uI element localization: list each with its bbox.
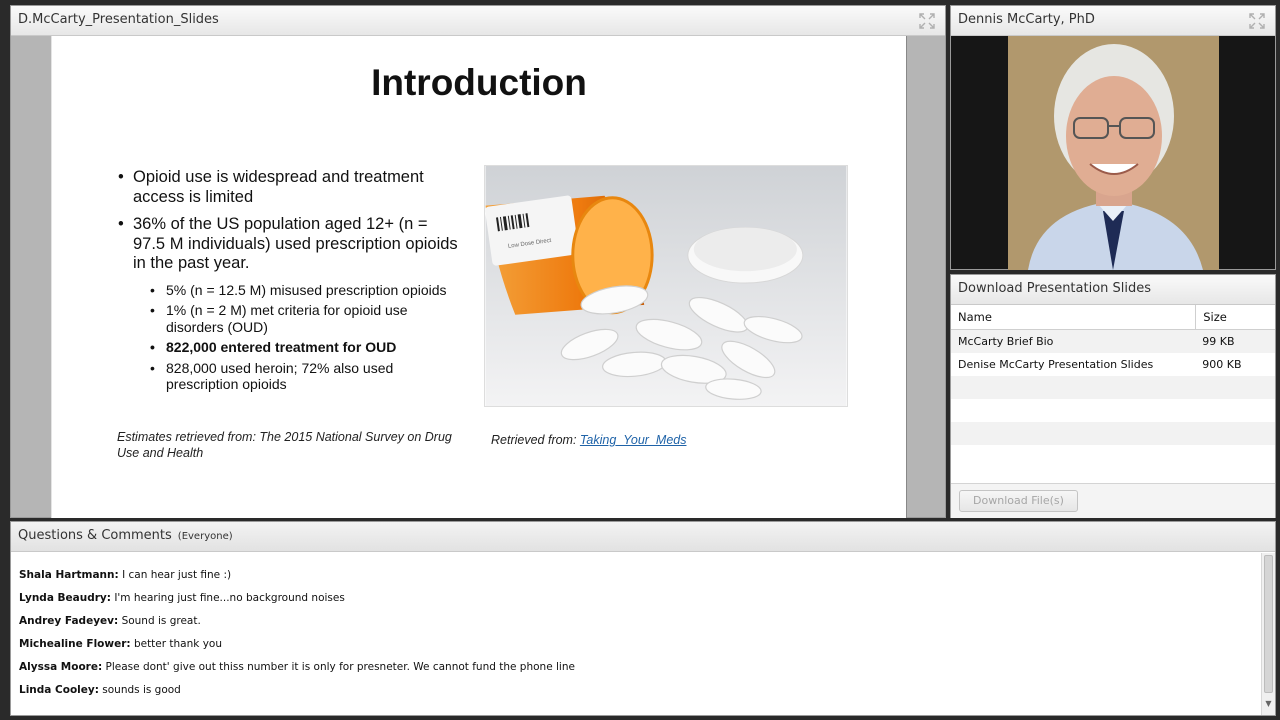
slide-bullet-list: Opioid use is widespread and treatment a…: [118, 168, 463, 397]
slide-title: Introduction: [371, 62, 587, 103]
download-files-button[interactable]: Download File(s): [959, 490, 1078, 512]
empty-row: [951, 445, 1275, 468]
file-row[interactable]: McCarty Brief Bio 99 KB: [951, 330, 1275, 353]
pill-bottle-image: Low Dose Direct: [484, 165, 848, 407]
slide-sub-bullet: 5% (n = 12.5 M) misused prescription opi…: [118, 282, 463, 299]
chat-message-text: sounds is good: [102, 684, 181, 696]
chat-pod-title: Questions & Comments: [18, 528, 172, 543]
chat-message-author: Michealine Flower:: [19, 638, 131, 650]
slide-bullet: 36% of the US population aged 12+ (n = 9…: [118, 215, 463, 274]
maximize-icon[interactable]: [1249, 13, 1265, 29]
camera-pod-header: Dennis McCarty, PhD: [951, 6, 1275, 36]
chat-message-author: Andrey Fadeyev:: [19, 615, 119, 627]
chat-message-text: Please dont' give out thiss number it is…: [105, 661, 575, 673]
presenter-video: [1008, 36, 1219, 270]
scroll-down-arrow-icon[interactable]: ▼: [1262, 699, 1275, 713]
chat-scope-label[interactable]: (Everyone): [178, 531, 233, 542]
file-row[interactable]: Denise McCarty Presentation Slides 900 K…: [951, 353, 1275, 376]
chat-message: Michealine Flower: better thank you: [19, 637, 1255, 660]
slide-sub-bullet: 1% (n = 2 M) met criteria for opioid use…: [118, 302, 463, 335]
column-header-size[interactable]: Size: [1195, 305, 1275, 329]
file-table-header: Name Size: [951, 305, 1275, 330]
file-name: McCarty Brief Bio: [958, 335, 1054, 348]
download-pod-header: Download Presentation Slides: [951, 275, 1275, 305]
slide-sub-bullet: 828,000 used heroin; 72% also used presc…: [118, 360, 463, 393]
chat-message-text: better thank you: [133, 638, 222, 650]
file-table: Name Size McCarty Brief Bio 99 KB Denise…: [951, 305, 1275, 468]
empty-row: [951, 376, 1275, 399]
chat-scroll-thumb[interactable]: [1264, 555, 1273, 693]
chat-message-text: I'm hearing just fine...no background no…: [114, 592, 345, 604]
slide-bullet: Opioid use is widespread and treatment a…: [118, 168, 463, 207]
chat-message: Andrey Fadeyev: Sound is great.: [19, 614, 1255, 637]
chat-message-author: Shala Hartmann:: [19, 569, 119, 581]
image-credit-prefix: Retrieved from:: [491, 433, 580, 447]
chat-message-author: Alyssa Moore:: [19, 661, 103, 673]
maximize-icon[interactable]: [919, 13, 935, 29]
slides-pod-header: D.McCarty_Presentation_Slides: [11, 6, 945, 36]
meeting-room: D.McCarty_Presentation_Slides Introducti…: [0, 0, 1280, 720]
file-size: 99 KB: [1202, 335, 1235, 348]
chat-scrollbar[interactable]: ▼: [1261, 553, 1275, 715]
chat-message-list: Shala Hartmann: I can hear just fine :) …: [19, 568, 1255, 706]
chat-message-author: Linda Cooley:: [19, 684, 99, 696]
chat-message: Shala Hartmann: I can hear just fine :): [19, 568, 1255, 591]
slide-sub-bullet: 822,000 entered treatment for OUD: [118, 339, 463, 356]
presenter-name: Dennis McCarty, PhD: [958, 12, 1095, 27]
chat-message-author: Lynda Beaudry:: [19, 592, 111, 604]
chat-message: Alyssa Moore: Please dont' give out this…: [19, 660, 1255, 683]
file-rows: McCarty Brief Bio 99 KB Denise McCarty P…: [951, 330, 1275, 468]
chat-message: Lynda Beaudry: I'm hearing just fine...n…: [19, 591, 1255, 614]
slide-source-note: Estimates retrieved from: The 2015 Natio…: [117, 430, 452, 460]
download-files-pod: Download Presentation Slides Name Size M…: [950, 274, 1276, 518]
slide-canvas: Introduction Opioid use is widespread an…: [51, 36, 907, 518]
slides-pod: D.McCarty_Presentation_Slides Introducti…: [10, 5, 946, 518]
chat-message-text: I can hear just fine :): [122, 569, 232, 581]
slides-pod-title: D.McCarty_Presentation_Slides: [18, 12, 219, 27]
chat-pod: Questions & Comments (Everyone) Shala Har…: [10, 521, 1276, 716]
chat-message: Linda Cooley: sounds is good: [19, 683, 1255, 706]
empty-row: [951, 422, 1275, 445]
file-size: 900 KB: [1202, 358, 1242, 371]
file-name: Denise McCarty Presentation Slides: [958, 358, 1154, 371]
image-credit: Retrieved from: Taking_Your_Meds: [491, 433, 686, 447]
image-credit-link[interactable]: Taking_Your_Meds: [580, 433, 687, 447]
empty-row: [951, 399, 1275, 422]
column-header-name[interactable]: Name: [951, 305, 1195, 329]
camera-pod: Dennis McCarty, PhD: [950, 5, 1276, 270]
chat-pod-header: Questions & Comments (Everyone): [11, 522, 1275, 552]
chat-message-text: Sound is great.: [121, 615, 201, 627]
